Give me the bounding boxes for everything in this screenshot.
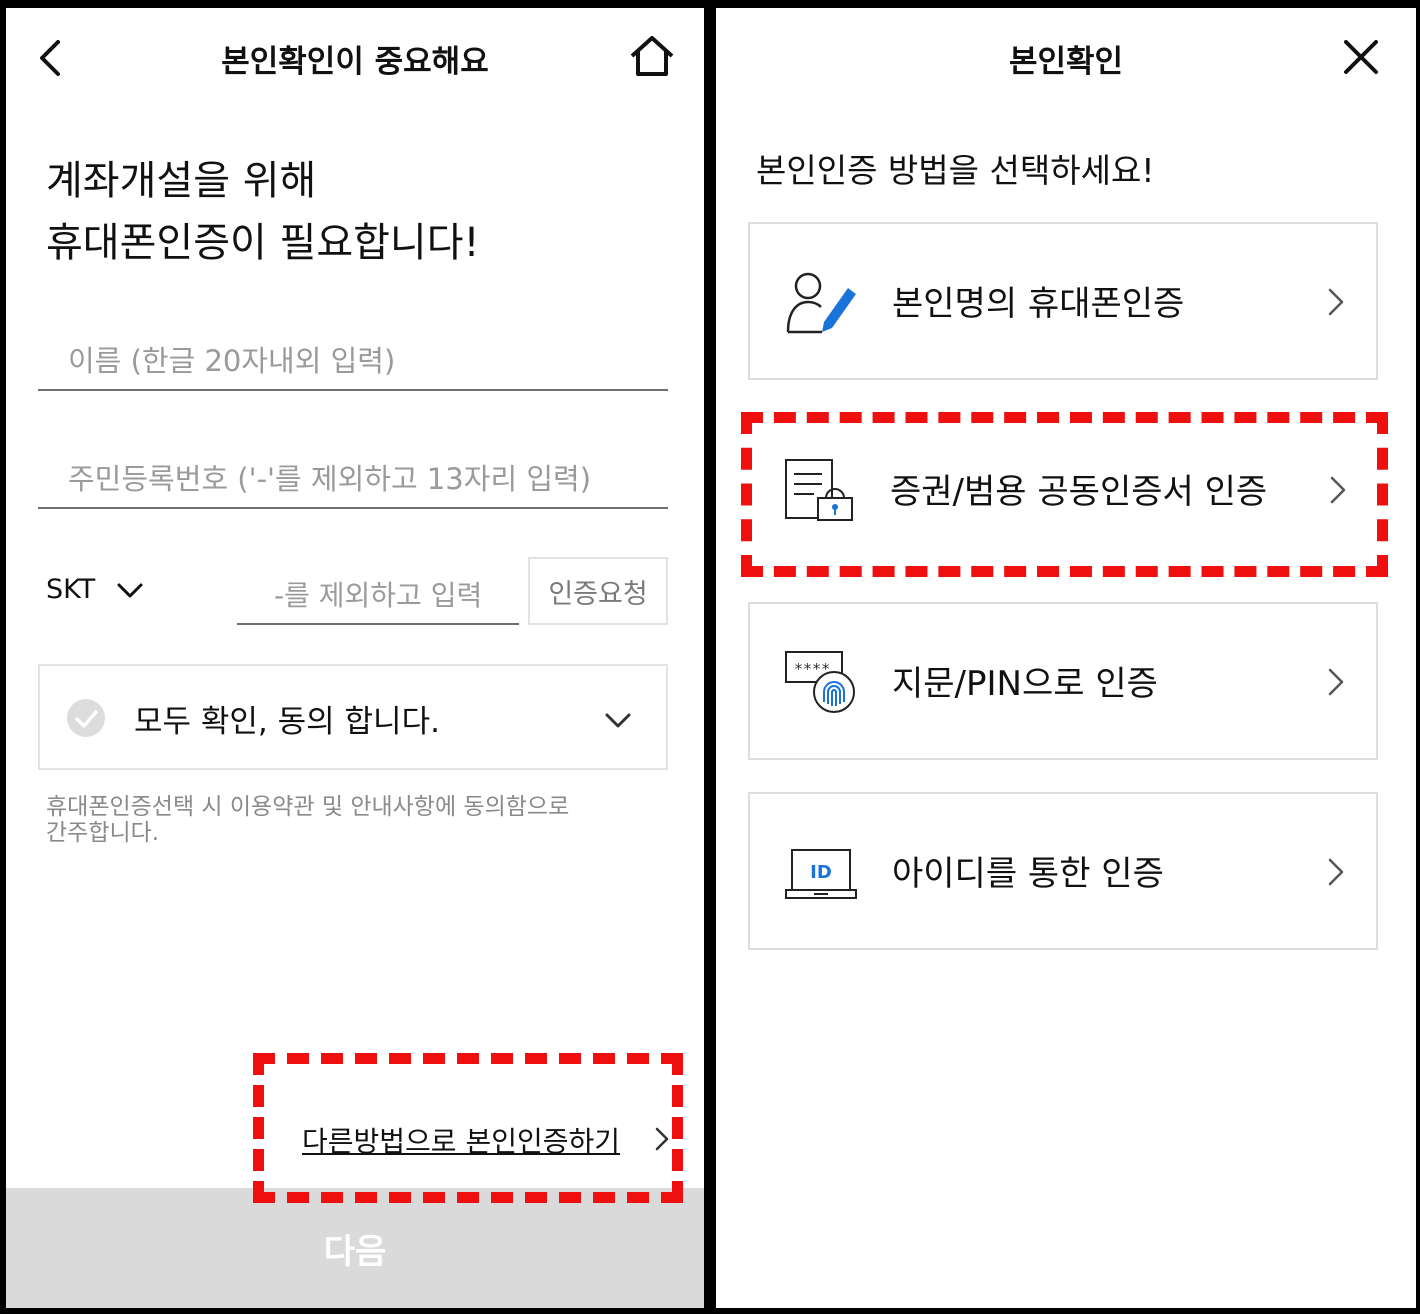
option-phone-auth[interactable]: 본인명의 휴대폰인증 — [748, 222, 1378, 380]
phone-input[interactable]: -를 제외하고 입력 — [274, 574, 482, 614]
name-input[interactable]: 이름 (한글 20자내외 입력) — [68, 338, 395, 380]
option-fingerprint-pin-auth[interactable]: **** 지문/PIN으로 인증 — [748, 602, 1378, 760]
user-edit-icon — [786, 272, 856, 334]
agree-all-label: 모두 확인, 동의 합니다. — [134, 704, 440, 740]
chevron-right-icon — [1328, 858, 1344, 886]
id-badge-text: ID — [810, 862, 832, 883]
name-input-underline — [38, 389, 668, 391]
page-title: 본인확인이 중요해요 — [221, 44, 489, 80]
check-circle-icon[interactable] — [66, 698, 106, 738]
chevron-down-icon[interactable] — [116, 582, 144, 600]
terms-notice-line-2: 간주합니다. — [46, 820, 160, 846]
auth-method-screen: 본인확인 본인인증 방법을 선택하세요! 본인명의 휴대폰인증 증권/범용 공동… — [716, 8, 1416, 1308]
highlight-box — [741, 412, 1388, 577]
terms-notice-line-1: 휴대폰인증선택 시 이용약관 및 안내사항에 동의함으로 — [46, 794, 570, 820]
agree-all-box[interactable]: 모두 확인, 동의 합니다. — [38, 664, 668, 770]
highlight-box — [253, 1053, 683, 1203]
rrn-input-underline — [38, 507, 668, 509]
chevron-right-icon — [1328, 668, 1344, 696]
option-label: 아이디를 통한 인증 — [892, 854, 1164, 894]
expand-chevron-icon[interactable] — [604, 712, 632, 730]
page-title: 본인확인 — [1008, 44, 1124, 80]
option-label: 지문/PIN으로 인증 — [892, 664, 1158, 704]
close-icon[interactable] — [1342, 38, 1380, 76]
terms-notice: 휴대폰인증선택 시 이용약관 및 안내사항에 동의함으로 간주합니다. — [46, 794, 569, 846]
option-label: 본인명의 휴대폰인증 — [892, 284, 1185, 324]
chevron-right-icon — [1328, 288, 1344, 316]
option-id-auth[interactable]: ID 아이디를 통한 인증 — [748, 792, 1378, 950]
request-verification-button[interactable]: 인증요청 — [528, 557, 668, 625]
fingerprint-pin-icon: **** — [785, 651, 855, 713]
headline-line-1: 계좌개설을 위해 — [46, 158, 317, 204]
phone-verification-screen: 본인확인이 중요해요 계좌개설을 위해 휴대폰인증이 필요합니다! 이름 (한글… — [6, 8, 704, 1308]
next-button[interactable]: 다음 — [6, 1188, 704, 1308]
rrn-input[interactable]: 주민등록번호 ('-'를 제외하고 13자리 입력) — [68, 456, 591, 498]
headline: 계좌개설을 위해 휴대폰인증이 필요합니다! — [46, 150, 480, 274]
phone-input-underline — [237, 623, 519, 625]
method-prompt: 본인인증 방법을 선택하세요! — [756, 151, 1155, 190]
id-laptop-icon: ID — [785, 849, 857, 899]
headline-line-2: 휴대폰인증이 필요합니다! — [46, 220, 480, 266]
home-icon[interactable] — [628, 34, 676, 78]
carrier-select[interactable]: SKT — [46, 574, 95, 605]
